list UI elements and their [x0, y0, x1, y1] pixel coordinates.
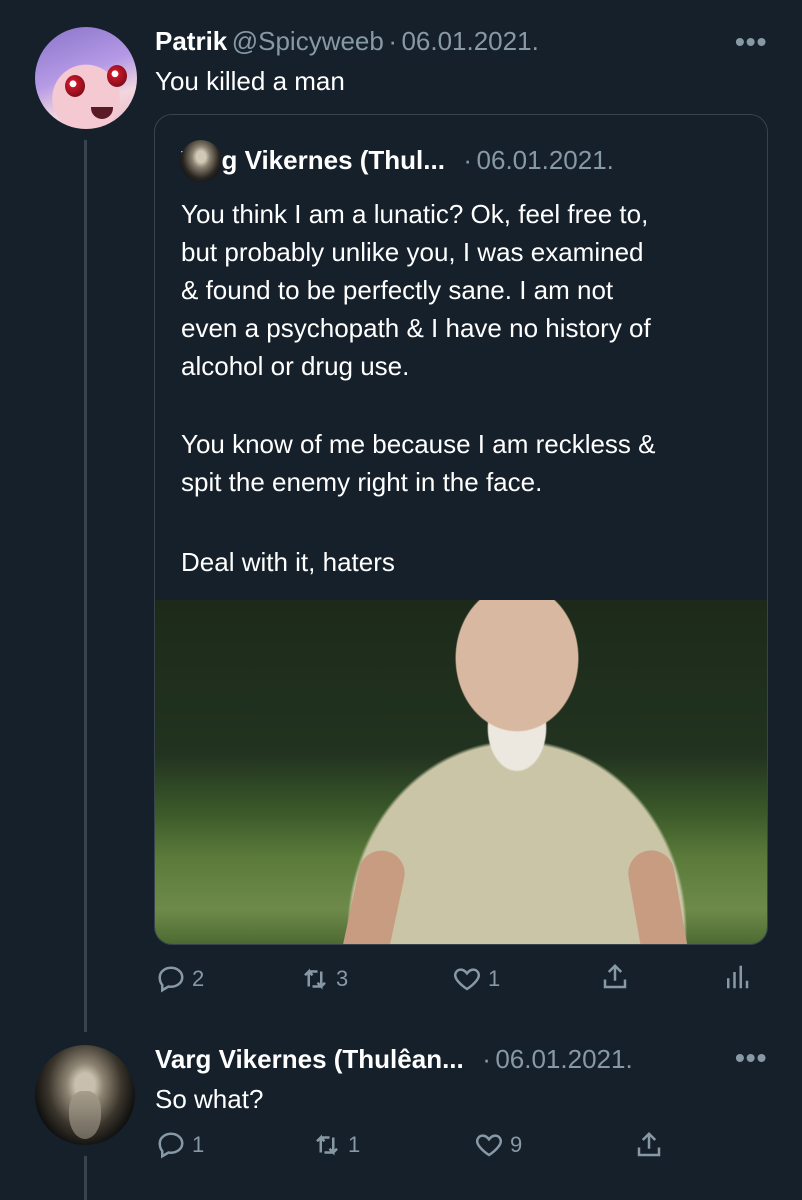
- avatar-patrik[interactable]: [35, 27, 137, 129]
- reply-count: 1: [192, 1132, 205, 1157]
- quote-paragraph-2: You know of me because I am reckless & s…: [181, 425, 761, 501]
- quote-line: You think I am a lunatic? Ok, feel free …: [181, 199, 649, 229]
- avatar-mouth: [91, 107, 113, 119]
- avatar-beard: [69, 1091, 101, 1139]
- heart-icon: [475, 1134, 503, 1157]
- quote-paragraph-1: You think I am a lunatic? Ok, feel free …: [181, 195, 761, 385]
- avatar-varg[interactable]: [35, 1045, 135, 1145]
- quoted-tweet-card[interactable]: Varg Vikernes (Thul... · 06.01.2021. You…: [154, 114, 768, 945]
- retweet-count: 3: [336, 966, 349, 991]
- avatar-eye-right: [107, 65, 127, 87]
- quote-line: even a psychopath & I have no history of: [181, 313, 651, 343]
- retweet-icon: [316, 1134, 338, 1156]
- tweet-text: You killed a man: [155, 66, 345, 96]
- quote-line: alcohol or drug use.: [181, 351, 410, 381]
- like-count: 9: [510, 1132, 523, 1157]
- quote-line: but probably unlike you, I was examined: [181, 237, 644, 267]
- retweet-icon: [304, 968, 326, 990]
- more-icon[interactable]: •••: [735, 26, 767, 58]
- heart-icon: [453, 968, 481, 991]
- separator: ·: [482, 1044, 491, 1074]
- quote-photo[interactable]: [155, 600, 767, 944]
- tweet1-header: Patrik @Spicyweeb · 06.01.2021.: [155, 26, 539, 57]
- like-count: 1: [488, 966, 501, 991]
- separator: ·: [463, 145, 473, 175]
- share-icon: [637, 1131, 661, 1157]
- tweet2-header: Varg Vikernes (Thulêan... · 06.01.2021.: [155, 1044, 633, 1075]
- quote-header: Varg Vikernes (Thul... · 06.01.2021.: [181, 145, 614, 176]
- reply-count: 2: [192, 966, 205, 991]
- handle[interactable]: @Spicyweeb: [232, 26, 384, 56]
- quote-line: spit the enemy right in the face.: [181, 467, 543, 497]
- retweet-button[interactable]: 1: [312, 1130, 360, 1160]
- quote-line: & found to be perfectly sane. I am not: [181, 275, 614, 305]
- quote-paragraph-3: Deal with it, haters: [181, 547, 395, 577]
- share-icon: [603, 963, 627, 989]
- reply-button[interactable]: 1: [156, 1130, 204, 1160]
- reply-icon: [158, 966, 184, 993]
- quote-avatar: [180, 140, 222, 182]
- separator: ·: [388, 26, 397, 56]
- more-icon[interactable]: •••: [735, 1042, 767, 1074]
- retweet-count: 1: [348, 1132, 361, 1157]
- like-button[interactable]: 9: [474, 1130, 522, 1160]
- thread-line: [84, 140, 87, 1032]
- share-button[interactable]: [634, 1130, 664, 1160]
- display-name[interactable]: Varg Vikernes (Thulêan...: [155, 1044, 464, 1074]
- tweet-date[interactable]: 06.01.2021.: [401, 26, 538, 56]
- photo-detail: [343, 846, 409, 944]
- quote-date: 06.01.2021.: [476, 145, 614, 175]
- analytics-icon: [727, 965, 749, 989]
- retweet-button[interactable]: 3: [300, 964, 348, 994]
- share-button[interactable]: [600, 962, 630, 992]
- tweet-text: So what?: [155, 1084, 264, 1114]
- reply-button[interactable]: 2: [156, 964, 204, 994]
- quote-line: You know of me because I am reckless &: [181, 429, 656, 459]
- like-button[interactable]: 1: [452, 964, 500, 994]
- avatar-eye-left: [65, 75, 85, 97]
- thread-line: [84, 1156, 87, 1200]
- tweet-date[interactable]: 06.01.2021.: [495, 1044, 632, 1074]
- analytics-button[interactable]: [722, 962, 752, 992]
- reply-icon: [158, 1132, 184, 1159]
- photo-detail: [624, 846, 688, 944]
- display-name[interactable]: Patrik: [155, 26, 227, 56]
